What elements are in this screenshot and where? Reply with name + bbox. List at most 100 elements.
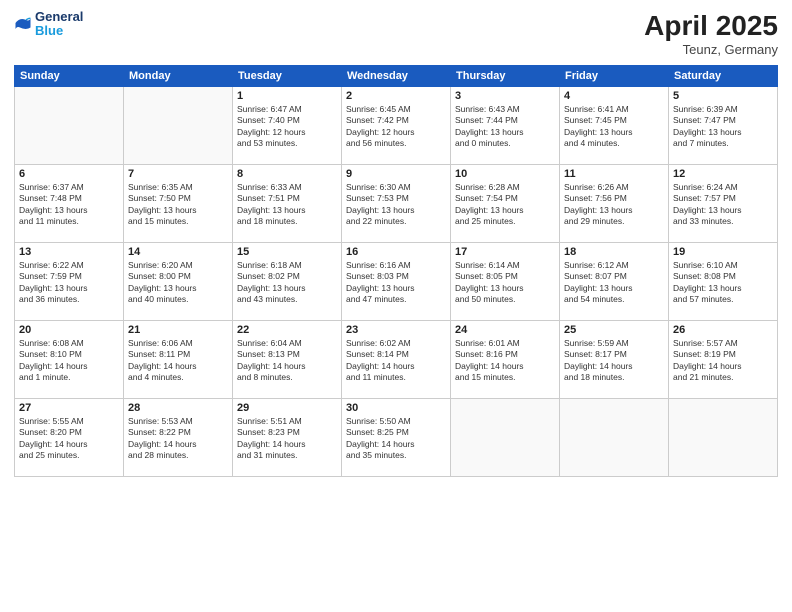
- day-info: Sunrise: 5:53 AM Sunset: 8:22 PM Dayligh…: [128, 416, 228, 462]
- calendar-cell-2-3: 16 Sunrise: 6:16 AM Sunset: 8:03 PM Dayli…: [342, 243, 451, 321]
- day-info: Sunrise: 5:55 AM Sunset: 8:20 PM Dayligh…: [19, 416, 119, 462]
- day-number: 29: [237, 402, 337, 414]
- calendar-cell-4-1: 28Sunrise: 5:53 AM Sunset: 8:22 PM Dayli…: [124, 399, 233, 477]
- day-number: 8: [237, 168, 337, 180]
- day-info: Sunrise: 6:47 AM Sunset: 7:40 PM Dayligh…: [237, 104, 337, 150]
- calendar-cell-4-2: 29 Sunrise: 5:51 AM Sunset: 8:23 PM Dayli…: [233, 399, 342, 477]
- day-number: 9: [346, 168, 446, 180]
- calendar-cell-2-5: 18 Sunrise: 6:12 AM Sunset: 8:07 PM Dayli…: [560, 243, 669, 321]
- day-number: 27: [19, 402, 119, 414]
- logo-line1: General: [35, 10, 83, 24]
- calendar-cell-3-4: 24Sunrise: 6:01 AM Sunset: 8:16 PM Dayli…: [451, 321, 560, 399]
- header-wednesday: Wednesday: [342, 66, 451, 87]
- day-info: Sunrise: 5:59 AM Sunset: 8:17 PM Dayligh…: [564, 338, 664, 384]
- calendar-table: Sunday Monday Tuesday Wednesday Thursday…: [14, 65, 778, 477]
- day-info: Sunrise: 6:18 AM Sunset: 8:02 PM Dayligh…: [237, 260, 337, 306]
- day-info: Sunrise: 6:43 AM Sunset: 7:44 PM Dayligh…: [455, 104, 555, 150]
- day-info: Sunrise: 5:50 AM Sunset: 8:25 PM Dayligh…: [346, 416, 446, 462]
- day-number: 5: [673, 90, 773, 102]
- calendar-cell-0-0: [15, 87, 124, 165]
- day-info: Sunrise: 6:16 AM Sunset: 8:03 PM Dayligh…: [346, 260, 446, 306]
- logo-icon: [14, 14, 32, 32]
- calendar-cell-4-0: 27 Sunrise: 5:55 AM Sunset: 8:20 PM Dayli…: [15, 399, 124, 477]
- day-info: Sunrise: 6:14 AM Sunset: 8:05 PM Dayligh…: [455, 260, 555, 306]
- day-number: 16: [346, 246, 446, 258]
- day-number: 1: [237, 90, 337, 102]
- calendar-page: General Blue April 2025 Teunz, Germany S…: [0, 0, 792, 612]
- day-number: 21: [128, 324, 228, 336]
- day-number: 26: [673, 324, 773, 336]
- month-year: April 2025: [644, 10, 778, 42]
- day-number: 22: [237, 324, 337, 336]
- calendar-cell-0-5: 4Sunrise: 6:41 AM Sunset: 7:45 PM Daylig…: [560, 87, 669, 165]
- day-info: Sunrise: 6:39 AM Sunset: 7:47 PM Dayligh…: [673, 104, 773, 150]
- day-number: 15: [237, 246, 337, 258]
- day-info: Sunrise: 6:26 AM Sunset: 7:56 PM Dayligh…: [564, 182, 664, 228]
- logo-line2: Blue: [35, 24, 83, 38]
- calendar-cell-3-5: 25 Sunrise: 5:59 AM Sunset: 8:17 PM Dayli…: [560, 321, 669, 399]
- day-info: Sunrise: 6:12 AM Sunset: 8:07 PM Dayligh…: [564, 260, 664, 306]
- logo-text: General Blue: [35, 10, 83, 39]
- day-info: Sunrise: 5:51 AM Sunset: 8:23 PM Dayligh…: [237, 416, 337, 462]
- day-info: Sunrise: 6:22 AM Sunset: 7:59 PM Dayligh…: [19, 260, 119, 306]
- day-info: Sunrise: 5:57 AM Sunset: 8:19 PM Dayligh…: [673, 338, 773, 384]
- week-row-3: 13 Sunrise: 6:22 AM Sunset: 7:59 PM Dayli…: [15, 243, 778, 321]
- calendar-cell-3-6: 26 Sunrise: 5:57 AM Sunset: 8:19 PM Dayli…: [669, 321, 778, 399]
- calendar-cell-0-4: 3Sunrise: 6:43 AM Sunset: 7:44 PM Daylig…: [451, 87, 560, 165]
- header-saturday: Saturday: [669, 66, 778, 87]
- day-info: Sunrise: 6:10 AM Sunset: 8:08 PM Dayligh…: [673, 260, 773, 306]
- day-number: 7: [128, 168, 228, 180]
- day-info: Sunrise: 6:37 AM Sunset: 7:48 PM Dayligh…: [19, 182, 119, 228]
- calendar-cell-3-1: 21Sunrise: 6:06 AM Sunset: 8:11 PM Dayli…: [124, 321, 233, 399]
- day-info: Sunrise: 6:30 AM Sunset: 7:53 PM Dayligh…: [346, 182, 446, 228]
- calendar-cell-0-1: [124, 87, 233, 165]
- calendar-cell-4-3: 30Sunrise: 5:50 AM Sunset: 8:25 PM Dayli…: [342, 399, 451, 477]
- day-info: Sunrise: 6:08 AM Sunset: 8:10 PM Dayligh…: [19, 338, 119, 384]
- day-info: Sunrise: 6:01 AM Sunset: 8:16 PM Dayligh…: [455, 338, 555, 384]
- calendar-cell-1-2: 8Sunrise: 6:33 AM Sunset: 7:51 PM Daylig…: [233, 165, 342, 243]
- weekday-header-row: Sunday Monday Tuesday Wednesday Thursday…: [15, 66, 778, 87]
- calendar-cell-1-3: 9 Sunrise: 6:30 AM Sunset: 7:53 PM Daylig…: [342, 165, 451, 243]
- day-number: 11: [564, 168, 664, 180]
- calendar-cell-0-2: 1 Sunrise: 6:47 AM Sunset: 7:40 PM Daylig…: [233, 87, 342, 165]
- day-number: 25: [564, 324, 664, 336]
- calendar-cell-1-4: 10Sunrise: 6:28 AM Sunset: 7:54 PM Dayli…: [451, 165, 560, 243]
- day-info: Sunrise: 6:45 AM Sunset: 7:42 PM Dayligh…: [346, 104, 446, 150]
- day-number: 23: [346, 324, 446, 336]
- header-sunday: Sunday: [15, 66, 124, 87]
- week-row-4: 20Sunrise: 6:08 AM Sunset: 8:10 PM Dayli…: [15, 321, 778, 399]
- day-info: Sunrise: 6:20 AM Sunset: 8:00 PM Dayligh…: [128, 260, 228, 306]
- calendar-cell-2-4: 17 Sunrise: 6:14 AM Sunset: 8:05 PM Dayli…: [451, 243, 560, 321]
- logo: General Blue: [14, 10, 83, 39]
- calendar-cell-2-0: 13 Sunrise: 6:22 AM Sunset: 7:59 PM Dayli…: [15, 243, 124, 321]
- day-number: 18: [564, 246, 664, 258]
- calendar-cell-1-0: 6 Sunrise: 6:37 AM Sunset: 7:48 PM Daylig…: [15, 165, 124, 243]
- calendar-cell-2-1: 14Sunrise: 6:20 AM Sunset: 8:00 PM Dayli…: [124, 243, 233, 321]
- day-number: 19: [673, 246, 773, 258]
- calendar-cell-4-6: [669, 399, 778, 477]
- calendar-cell-0-3: 2 Sunrise: 6:45 AM Sunset: 7:42 PM Daylig…: [342, 87, 451, 165]
- calendar-cell-1-1: 7Sunrise: 6:35 AM Sunset: 7:50 PM Daylig…: [124, 165, 233, 243]
- day-info: Sunrise: 6:02 AM Sunset: 8:14 PM Dayligh…: [346, 338, 446, 384]
- calendar-cell-2-2: 15 Sunrise: 6:18 AM Sunset: 8:02 PM Dayli…: [233, 243, 342, 321]
- calendar-cell-3-0: 20Sunrise: 6:08 AM Sunset: 8:10 PM Dayli…: [15, 321, 124, 399]
- week-row-1: 1 Sunrise: 6:47 AM Sunset: 7:40 PM Daylig…: [15, 87, 778, 165]
- calendar-cell-1-5: 11 Sunrise: 6:26 AM Sunset: 7:56 PM Dayli…: [560, 165, 669, 243]
- day-number: 13: [19, 246, 119, 258]
- calendar-cell-3-2: 22 Sunrise: 6:04 AM Sunset: 8:13 PM Dayli…: [233, 321, 342, 399]
- day-number: 12: [673, 168, 773, 180]
- day-number: 17: [455, 246, 555, 258]
- title-block: April 2025 Teunz, Germany: [644, 10, 778, 57]
- calendar-cell-4-5: [560, 399, 669, 477]
- day-info: Sunrise: 6:04 AM Sunset: 8:13 PM Dayligh…: [237, 338, 337, 384]
- day-number: 2: [346, 90, 446, 102]
- calendar-cell-1-6: 12Sunrise: 6:24 AM Sunset: 7:57 PM Dayli…: [669, 165, 778, 243]
- header-thursday: Thursday: [451, 66, 560, 87]
- day-number: 6: [19, 168, 119, 180]
- calendar-cell-3-3: 23 Sunrise: 6:02 AM Sunset: 8:14 PM Dayli…: [342, 321, 451, 399]
- calendar-cell-2-6: 19 Sunrise: 6:10 AM Sunset: 8:08 PM Dayli…: [669, 243, 778, 321]
- day-info: Sunrise: 6:41 AM Sunset: 7:45 PM Dayligh…: [564, 104, 664, 150]
- header-friday: Friday: [560, 66, 669, 87]
- week-row-5: 27 Sunrise: 5:55 AM Sunset: 8:20 PM Dayli…: [15, 399, 778, 477]
- day-number: 10: [455, 168, 555, 180]
